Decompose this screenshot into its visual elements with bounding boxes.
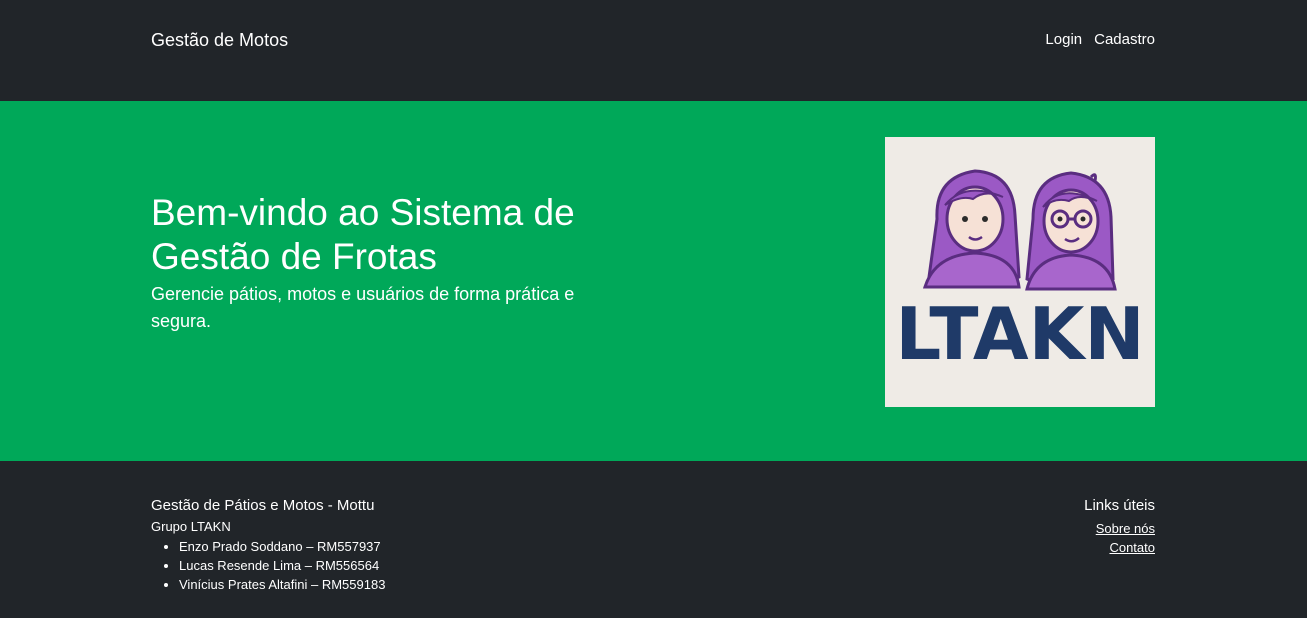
navbar: Gestão de Motos Login Cadastro [0,0,1307,101]
footer-link-sobre[interactable]: Sobre nós [1084,519,1155,538]
member-item: Enzo Prado Soddano – RM557937 [179,537,385,556]
footer-link-contato[interactable]: Contato [1084,538,1155,557]
members-list: Enzo Prado Soddano – RM557937 Lucas Rese… [151,537,385,594]
footer: Gestão de Pátios e Motos - Mottu Grupo L… [0,461,1307,618]
hero-subtitle: Gerencie pátios, motos e usuários de for… [151,284,575,331]
hero-logo-image: LTAKN [885,137,1155,407]
member-item: Lucas Resende Lima – RM556564 [179,556,385,575]
links-title: Links úteis [1084,497,1155,514]
brand-link[interactable]: Gestão de Motos [151,30,288,51]
hero-section: Bem-vindo ao Sistema de Gestão de Frotas… [0,101,1307,461]
nav-links: Login Cadastro [1045,31,1155,48]
ltakn-logo-illustration: LTAKN [895,169,1145,376]
nav-login-link[interactable]: Login [1045,31,1082,48]
hero-title: Bem-vindo ao Sistema de Gestão de Frotas [151,192,575,277]
hero-text: Bem-vindo ao Sistema de Gestão de Frotas… [151,191,631,335]
member-item: Vinícius Prates Altafini – RM559183 [179,575,385,594]
group-name: Grupo LTAKN [151,519,231,534]
girl-right-illustration [1025,171,1117,291]
nav-cadastro-link[interactable]: Cadastro [1094,31,1155,48]
footer-info: Gestão de Pátios e Motos - Mottu Grupo L… [151,497,385,594]
logo-text: LTAKN [895,292,1144,376]
footer-links: Links úteis Sobre nós Contato [1084,497,1155,557]
footer-title: Gestão de Pátios e Motos - Mottu [151,497,375,514]
girl-left-illustration [922,169,1021,289]
